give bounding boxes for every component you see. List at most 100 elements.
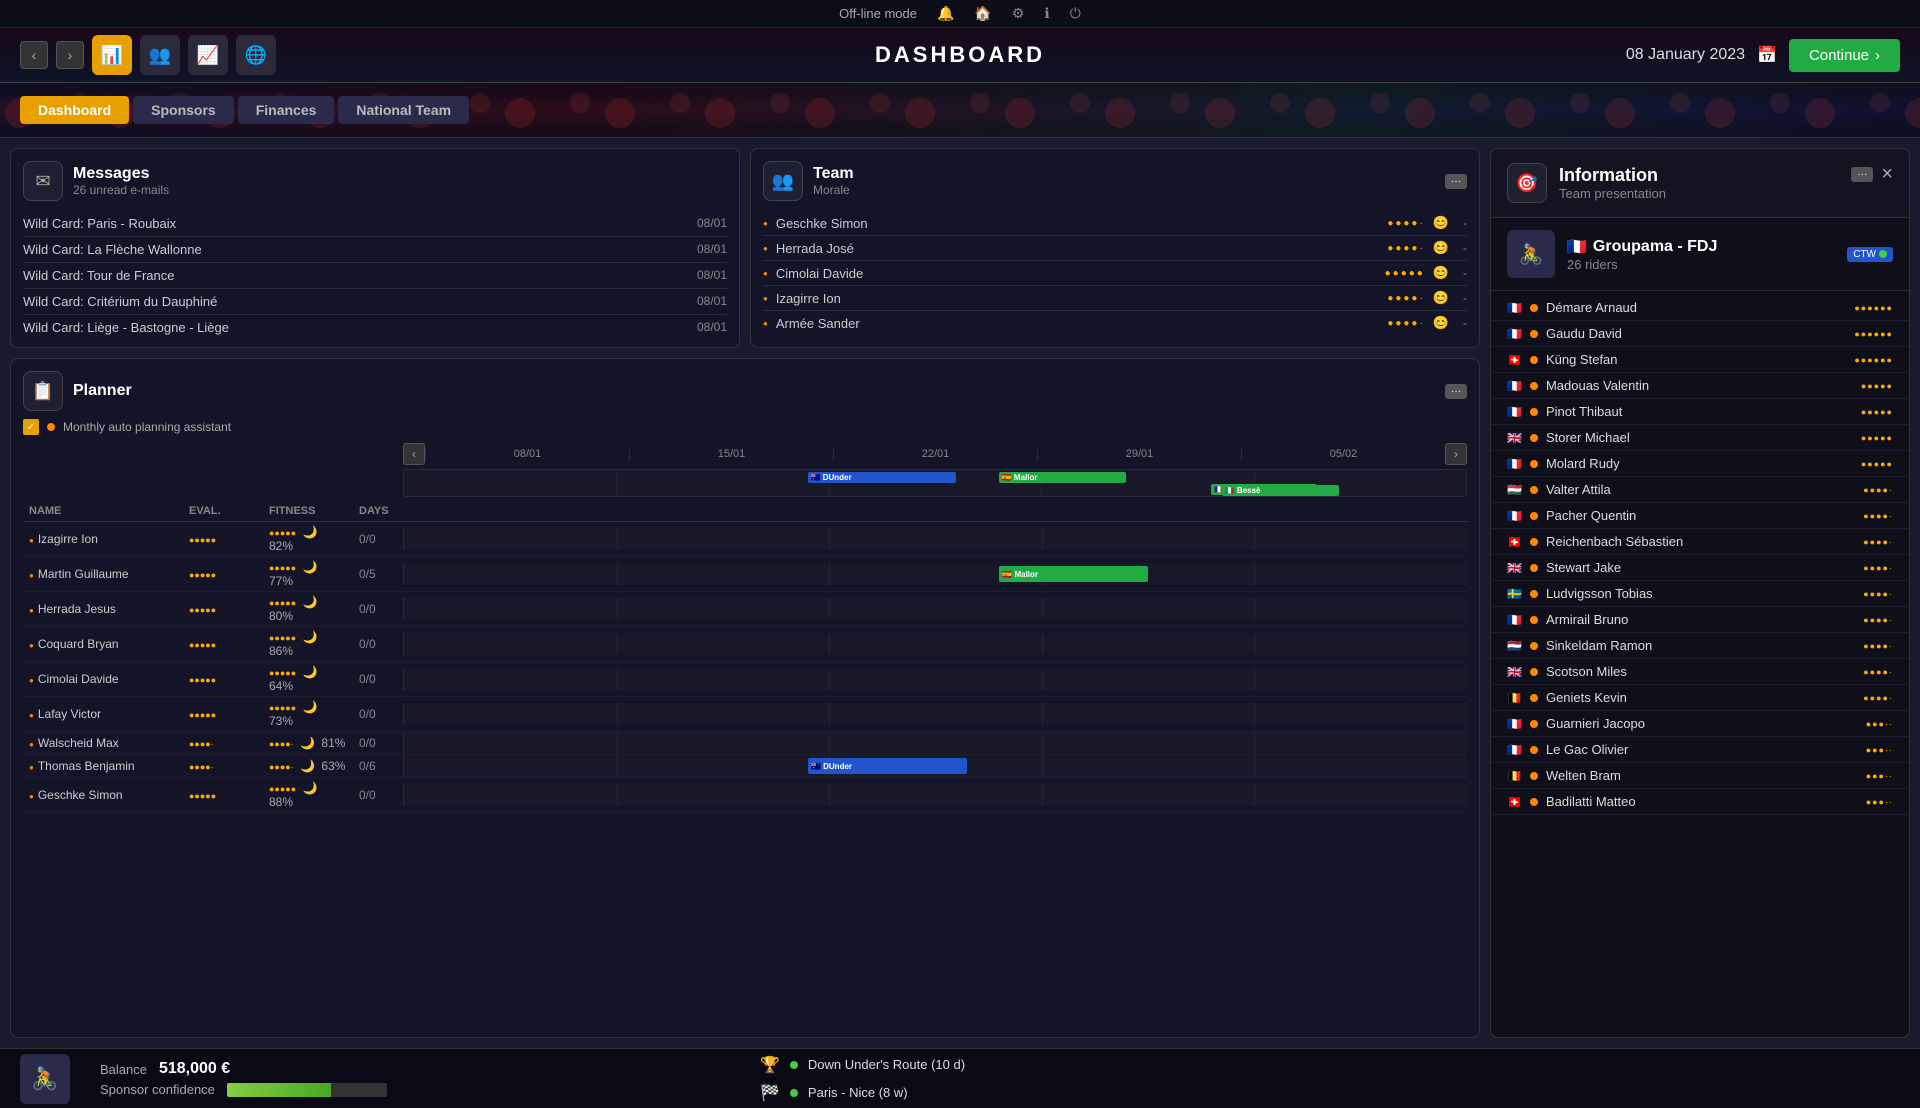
table-row[interactable]: ●Walscheid Max ●●●●· ●●●●· 🌙 81% 0/0 [23,732,1467,755]
list-item[interactable]: 🇫🇷 Le Gac Olivier ●●●·· [1491,737,1909,763]
nav-forward-button[interactable]: › [56,41,84,69]
rider-flag-icon: 🇨🇭 [1507,795,1522,809]
tab-dashboard[interactable]: Dashboard [20,96,129,124]
list-item[interactable]: 🇧🇪 Geniets Kevin ●●●●· [1491,685,1909,711]
planner-icon: 📋 [23,371,63,411]
rider-flag-icon: 🇫🇷 [1507,327,1522,341]
rider-flag-icon: 🇫🇷 [1507,405,1522,419]
team-nav-icon[interactable]: 👥 [140,35,180,75]
cal-header-1: 15/01 [629,448,833,460]
auto-planning-checkbox[interactable]: ✓ [23,419,39,435]
tab-sponsors[interactable]: Sponsors [133,96,234,124]
tab-national-team[interactable]: National Team [338,96,469,124]
world-nav-icon[interactable]: 🌐 [236,35,276,75]
table-row[interactable]: ●Izagirre Ion ●●●●● ●●●●● 🌙 82% 0/0 [23,522,1467,557]
info-panel-header: 🎯 Information Team presentation ··· × [1491,149,1909,218]
planner-menu-button[interactable]: ··· [1445,384,1467,399]
race-bar-besse: 🇮🇹 Bessè [1222,485,1339,496]
info-panel-close-button[interactable]: × [1881,163,1893,186]
list-item[interactable]: 🇬🇧 Scotson Miles ●●●●· [1491,659,1909,685]
list-item[interactable]: 🇬🇧 Stewart Jake ●●●●· [1491,555,1909,581]
team-menu-button[interactable]: ··· [1445,174,1467,189]
info-icon[interactable]: ℹ [1044,5,1049,22]
list-item[interactable]: 🇫🇷 Gaudu David ●●●●●● [1491,321,1909,347]
list-item[interactable]: Wild Card: Critérium du Dauphiné 08/01 [23,289,727,315]
list-item[interactable]: 🇫🇷 Guarnieri Jacopo ●●●·· [1491,711,1909,737]
col-fitness: FITNESS [263,501,353,522]
list-item[interactable]: Wild Card: Tour de France 08/01 [23,263,727,289]
home-icon[interactable]: 🏠 [974,5,991,22]
bell-icon[interactable]: 🔔 [937,5,954,22]
rider-name: Guarnieri Jacopo [1546,716,1858,731]
list-item[interactable]: 🇳🇱 Sinkeldam Ramon ●●●●· [1491,633,1909,659]
list-item[interactable]: 🇫🇷 Molard Rudy ●●●●● [1491,451,1909,477]
gear-icon[interactable]: ⚙ [1012,5,1025,22]
list-item[interactable]: 🇫🇷 Pacher Quentin ●●●●· [1491,503,1909,529]
table-row[interactable]: ●Lafay Victor ●●●●● ●●●●● 🌙 73% 0/0 [23,697,1467,732]
planner-title-row: 📋 Planner [23,371,132,411]
list-item[interactable]: Wild Card: La Flèche Wallonne 08/01 [23,237,727,263]
rider-name: Welten Bram [1546,768,1858,783]
rider-rating: ●●●●· [1863,563,1893,573]
rider-rating: ●●●·· [1866,719,1893,729]
rider-name: Gaudu David [1546,326,1846,341]
rider-name: Geniets Kevin [1546,690,1855,705]
cal-header-2: 22/01 [833,448,1037,460]
list-item[interactable]: 🇨🇭 Reichenbach Sébastien ●●●●· [1491,529,1909,555]
rider-rating: ●●●●· [1863,537,1893,547]
list-item[interactable]: 🇫🇷 Pinot Thibaut ●●●●● [1491,399,1909,425]
table-row[interactable]: ●Cimolai Davide ●●●●● ●●●●● 🌙 64% 0/0 [23,662,1467,697]
bottom-left: 🚴 Balance 518,000 € Sponsor confidence [20,1054,720,1104]
list-item[interactable]: 🇬🇧 Storer Michael ●●●●● [1491,425,1909,451]
list-item[interactable]: Wild Card: Paris - Roubaix 08/01 [23,211,727,237]
list-item[interactable]: 🇫🇷 Madouas Valentin ●●●●● [1491,373,1909,399]
list-item[interactable]: 🇫🇷 Démare Arnaud ●●●●●● [1491,295,1909,321]
mood-icon: 😊 [1433,265,1449,281]
info-panel-menu-button[interactable]: ··· [1851,167,1873,182]
race-timeline: 🇦🇺 DUnder 🇪🇸 Mallor 🇫🇷 Valen 🇮🇹 Bessè [403,469,1467,497]
ctw-dot [1879,250,1887,258]
list-item[interactable]: 🇫🇷 Armirail Bruno ●●●●· [1491,607,1909,633]
rider-status-dot [1530,408,1538,416]
list-item[interactable]: 🇭🇺 Valter Attila ●●●●· [1491,477,1909,503]
list-item: ● Izagirre Ion ●●●●· 😊 - [763,286,1467,311]
list-item[interactable]: 🇸🇪 Ludvigsson Tobias ●●●●· [1491,581,1909,607]
planner-auto-row: ✓ Monthly auto planning assistant [23,419,1467,435]
calendar-prev-button[interactable]: ‹ [403,443,425,465]
calendar-next-button[interactable]: › [1445,443,1467,465]
dashboard-nav-icon[interactable]: 📊 [92,35,132,75]
rider-name: Armirail Bruno [1546,612,1855,627]
planner-title: Planner [73,382,132,400]
tab-finances[interactable]: Finances [238,96,335,124]
rider-flag-icon: 🇧🇪 [1507,769,1522,783]
calendar-nav-row: ‹ 08/01 15/01 22/01 29/01 05/02 › [23,443,1467,465]
rider-flag-icon: 🇸🇪 [1507,587,1522,601]
stats-nav-icon[interactable]: 📈 [188,35,228,75]
nav-back-button[interactable]: ‹ [20,41,48,69]
calendar-icon[interactable]: 📅 [1757,45,1777,65]
rider-status-dot [1530,772,1538,780]
list-item: ● Armée Sander ●●●●· 😊 - [763,311,1467,335]
table-row[interactable]: ●Thomas Benjamin ●●●●· ●●●●· 🌙 63% 0/6 🇦… [23,755,1467,778]
rider-flag-icon: 🇫🇷 [1507,379,1522,393]
power-icon[interactable]: ⏻ [1070,5,1081,22]
table-row[interactable]: ●Coquard Bryan ●●●●● ●●●●● 🌙 86% 0/0 [23,627,1467,662]
rider-flag-icon: 🇫🇷 [1507,717,1522,731]
sponsor-row: Sponsor confidence [100,1082,387,1097]
team-header: 👥 Team Morale ··· [763,161,1467,201]
table-row[interactable]: ●Geschke Simon ●●●●● ●●●●● 🌙 88% 0/0 [23,778,1467,813]
table-row[interactable]: ●Herrada Jesus ●●●●● ●●●●● 🌙 80% 0/0 [23,592,1467,627]
list-item[interactable]: 🇨🇭 Küng Stefan ●●●●●● [1491,347,1909,373]
rider-name: Badilatti Matteo [1546,794,1858,809]
table-row[interactable]: ●Martin Guillaume ●●●●● ●●●●● 🌙 77% 0/5 … [23,557,1467,592]
list-item[interactable]: 🇨🇭 Badilatti Matteo ●●●·· [1491,789,1909,815]
rider-name: Pinot Thibaut [1546,404,1853,419]
rider-rating: ●●●●· [1863,511,1893,521]
list-item[interactable]: Wild Card: Liège - Bastogne - Liège 08/0… [23,315,727,340]
rider-flag-icon: 🇨🇭 [1507,353,1522,367]
rider-rating: ●●●●· [1863,641,1893,651]
list-item[interactable]: 🇧🇪 Welten Bram ●●●·· [1491,763,1909,789]
rider-rating: ●●●●· [1863,693,1893,703]
continue-button[interactable]: Continue › [1789,39,1900,72]
planner-table-container: NAME EVAL. FITNESS DAYS ●Izagirre Ion ●●… [23,501,1467,1025]
